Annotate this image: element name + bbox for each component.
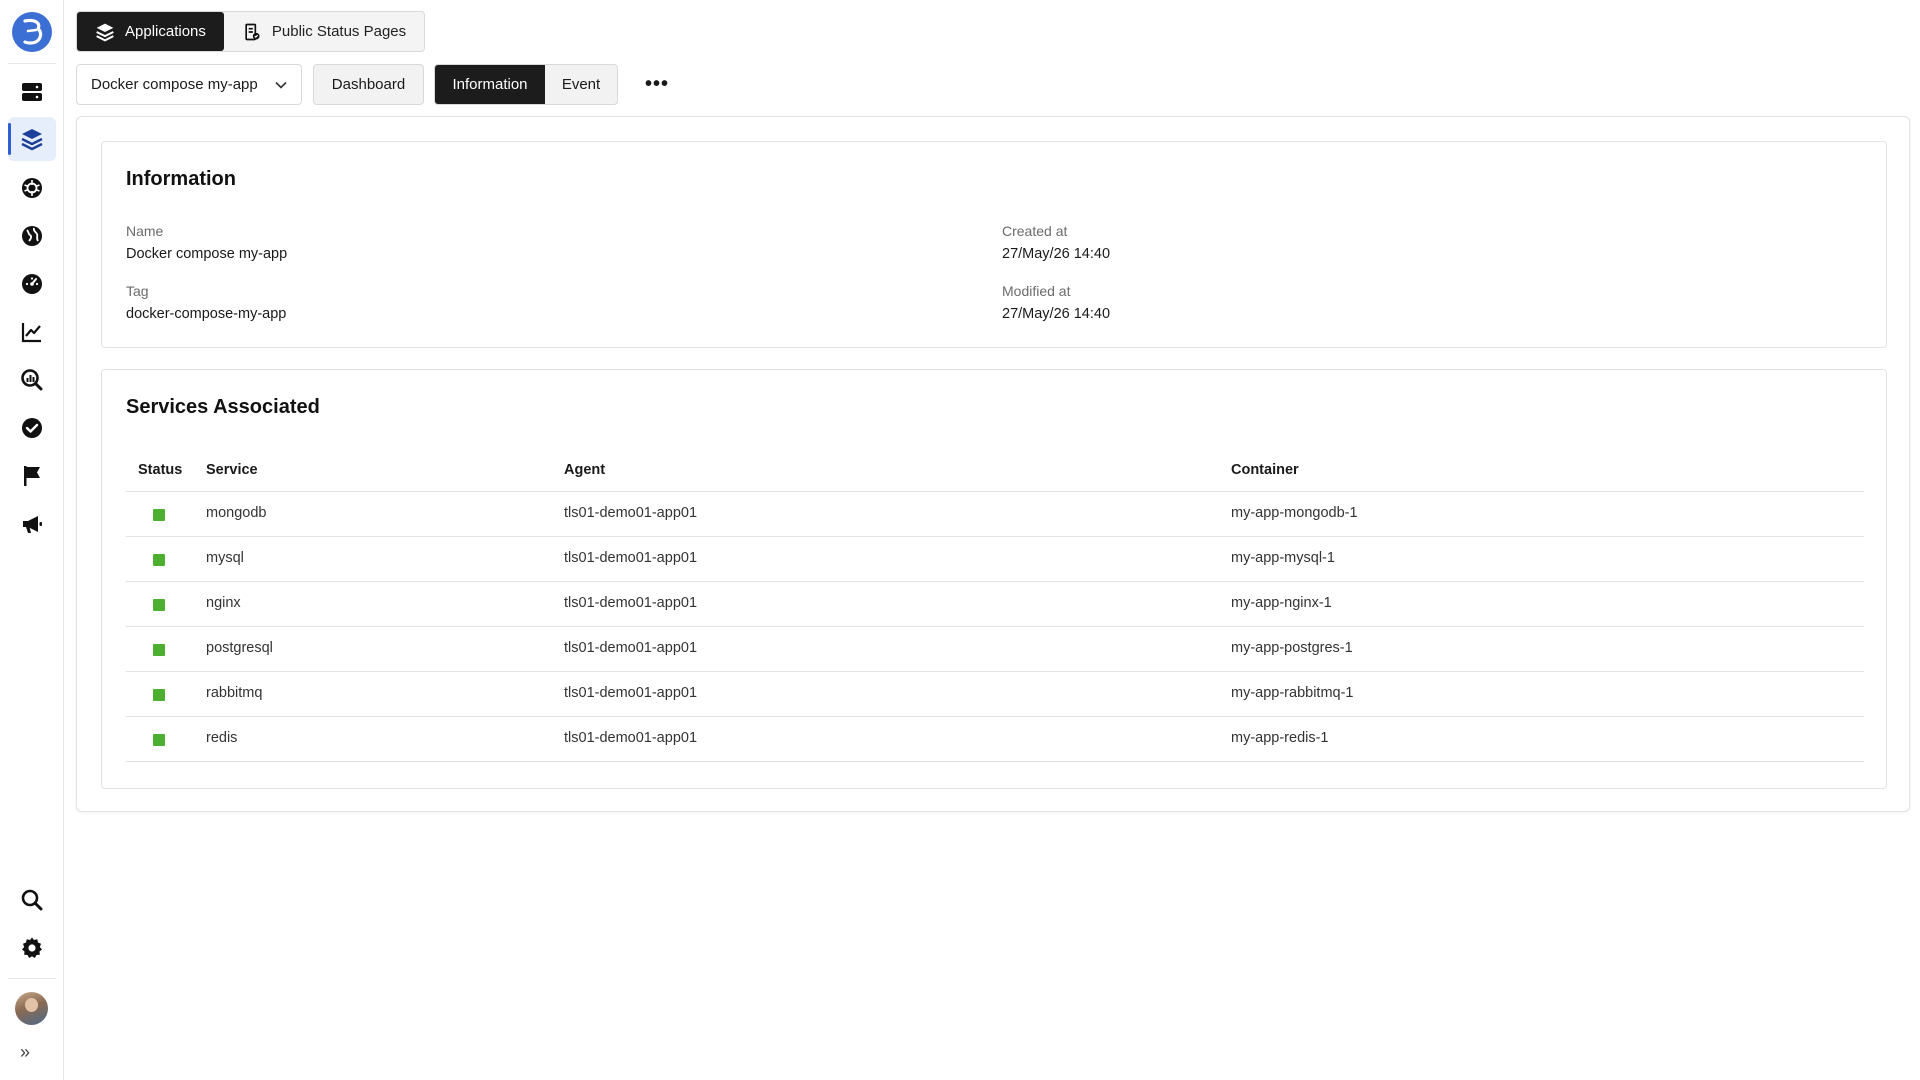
sidebar-item-kubernetes[interactable] bbox=[8, 166, 56, 210]
logo-mark-icon bbox=[23, 18, 43, 45]
dashboard-button[interactable]: Dashboard bbox=[313, 64, 424, 105]
tab-label: Applications bbox=[125, 23, 206, 40]
check-circle-icon bbox=[22, 418, 42, 438]
chevron-down-icon bbox=[275, 81, 287, 89]
sidebar-item-applications[interactable] bbox=[8, 117, 56, 161]
column-header-container[interactable]: Container bbox=[1231, 462, 1299, 478]
search-analytics-icon bbox=[21, 369, 43, 391]
name-label: Name bbox=[126, 223, 164, 239]
sidebar-item-search[interactable] bbox=[8, 878, 56, 922]
column-header-status[interactable]: Status bbox=[138, 462, 182, 478]
sidebar-item-servers[interactable] bbox=[8, 70, 56, 114]
tab-public-status-pages[interactable]: Public Status Pages bbox=[224, 12, 424, 51]
sidebar-item-metrics[interactable] bbox=[8, 310, 56, 354]
table-row[interactable]: redis tls01-demo01-app01 my-app-redis-1 bbox=[126, 717, 1864, 762]
services-title: Services Associated bbox=[126, 396, 320, 418]
container-cell: my-app-rabbitmq-1 bbox=[1231, 685, 1354, 701]
status-indicator bbox=[153, 644, 165, 656]
information-card: Information Name Docker compose my-app T… bbox=[101, 141, 1887, 348]
application-select[interactable]: Docker compose my-app bbox=[76, 64, 302, 105]
agent-cell[interactable]: tls01-demo01-app01 bbox=[564, 505, 697, 521]
agent-cell[interactable]: tls01-demo01-app01 bbox=[564, 640, 697, 656]
layers-icon bbox=[21, 129, 43, 151]
services-card: Services Associated Status Service Agent… bbox=[101, 369, 1887, 789]
megaphone-icon bbox=[23, 516, 42, 533]
top-tabs: Applications Public Status Pages bbox=[76, 11, 426, 52]
service-cell: postgresql bbox=[206, 640, 273, 656]
container-cell: my-app-postgres-1 bbox=[1231, 640, 1353, 656]
information-title: Information bbox=[126, 168, 236, 190]
sidebar-item-settings[interactable] bbox=[8, 926, 56, 970]
kubernetes-icon bbox=[22, 178, 42, 198]
created-at-label: Created at bbox=[1002, 223, 1068, 239]
layers-icon bbox=[96, 23, 114, 41]
sidebar-item-dashboards[interactable] bbox=[8, 262, 56, 306]
tag-value: docker-compose-my-app bbox=[126, 306, 287, 322]
container-cell: my-app-mysql-1 bbox=[1231, 550, 1335, 566]
agent-cell[interactable]: tls01-demo01-app01 bbox=[564, 550, 697, 566]
sidebar-item-checks[interactable] bbox=[8, 406, 56, 450]
search-icon bbox=[21, 889, 43, 911]
sidebar-divider bbox=[8, 978, 56, 979]
container-cell: my-app-nginx-1 bbox=[1231, 595, 1332, 611]
modified-at-value: 27/May/26 14:40 bbox=[1002, 306, 1111, 322]
status-indicator bbox=[153, 554, 165, 566]
sidebar-item-search-analytics[interactable] bbox=[8, 358, 56, 402]
more-options-button[interactable]: ••• bbox=[642, 64, 672, 105]
globe-icon bbox=[22, 226, 42, 246]
agent-cell[interactable]: tls01-demo01-app01 bbox=[564, 685, 697, 701]
container-cell: my-app-mongodb-1 bbox=[1231, 505, 1358, 521]
name-value: Docker compose my-app bbox=[126, 246, 288, 262]
table-row[interactable]: rabbitmq tls01-demo01-app01 my-app-rabbi… bbox=[126, 672, 1864, 717]
server-icon bbox=[22, 83, 42, 101]
services-table-header: Status Service Agent Container bbox=[126, 452, 1864, 492]
application-select-value: Docker compose my-app bbox=[91, 76, 258, 93]
chart-line-icon bbox=[21, 323, 41, 343]
information-button[interactable]: Information bbox=[435, 65, 545, 104]
tab-applications[interactable]: Applications bbox=[77, 12, 224, 51]
gear-icon bbox=[22, 937, 42, 958]
status-indicator bbox=[153, 599, 165, 611]
status-indicator bbox=[153, 509, 165, 521]
tag-label: Tag bbox=[126, 283, 149, 299]
expand-sidebar-button[interactable]: » bbox=[20, 1042, 30, 1063]
sidebar-item-announcements[interactable] bbox=[8, 502, 56, 546]
status-indicator bbox=[153, 734, 165, 746]
avatar[interactable] bbox=[15, 992, 48, 1025]
service-cell: redis bbox=[206, 730, 238, 746]
table-row[interactable]: mongodb tls01-demo01-app01 my-app-mongod… bbox=[126, 492, 1864, 537]
column-header-service[interactable]: Service bbox=[206, 462, 258, 478]
created-at-value: 27/May/26 14:40 bbox=[1002, 246, 1111, 262]
container-cell: my-app-redis-1 bbox=[1231, 730, 1329, 746]
service-cell: nginx bbox=[206, 595, 241, 611]
column-header-agent[interactable]: Agent bbox=[564, 462, 605, 478]
main-panel: Information Name Docker compose my-app T… bbox=[76, 116, 1910, 812]
agent-cell[interactable]: tls01-demo01-app01 bbox=[564, 730, 697, 746]
service-cell: mongodb bbox=[206, 505, 267, 521]
service-cell: mysql bbox=[206, 550, 244, 566]
table-row[interactable]: postgresql tls01-demo01-app01 my-app-pos… bbox=[126, 627, 1864, 672]
modified-at-label: Modified at bbox=[1002, 283, 1071, 299]
event-button[interactable]: Event bbox=[545, 65, 617, 104]
flag-icon bbox=[24, 466, 40, 486]
dashboard-gauge-icon bbox=[22, 274, 42, 294]
table-row[interactable]: nginx tls01-demo01-app01 my-app-nginx-1 bbox=[126, 582, 1864, 627]
sidebar-item-network[interactable] bbox=[8, 214, 56, 258]
tab-label: Public Status Pages bbox=[271, 23, 407, 40]
status-indicator bbox=[153, 689, 165, 701]
sidebar: » bbox=[0, 0, 64, 1080]
view-switcher: Information Event bbox=[434, 64, 618, 105]
status-page-icon bbox=[245, 23, 260, 40]
service-cell: rabbitmq bbox=[206, 685, 263, 701]
table-row[interactable]: mysql tls01-demo01-app01 my-app-mysql-1 bbox=[126, 537, 1864, 582]
sidebar-item-flags[interactable] bbox=[8, 454, 56, 498]
sidebar-divider bbox=[8, 63, 56, 64]
app-logo[interactable] bbox=[12, 12, 52, 52]
agent-cell[interactable]: tls01-demo01-app01 bbox=[564, 595, 697, 611]
